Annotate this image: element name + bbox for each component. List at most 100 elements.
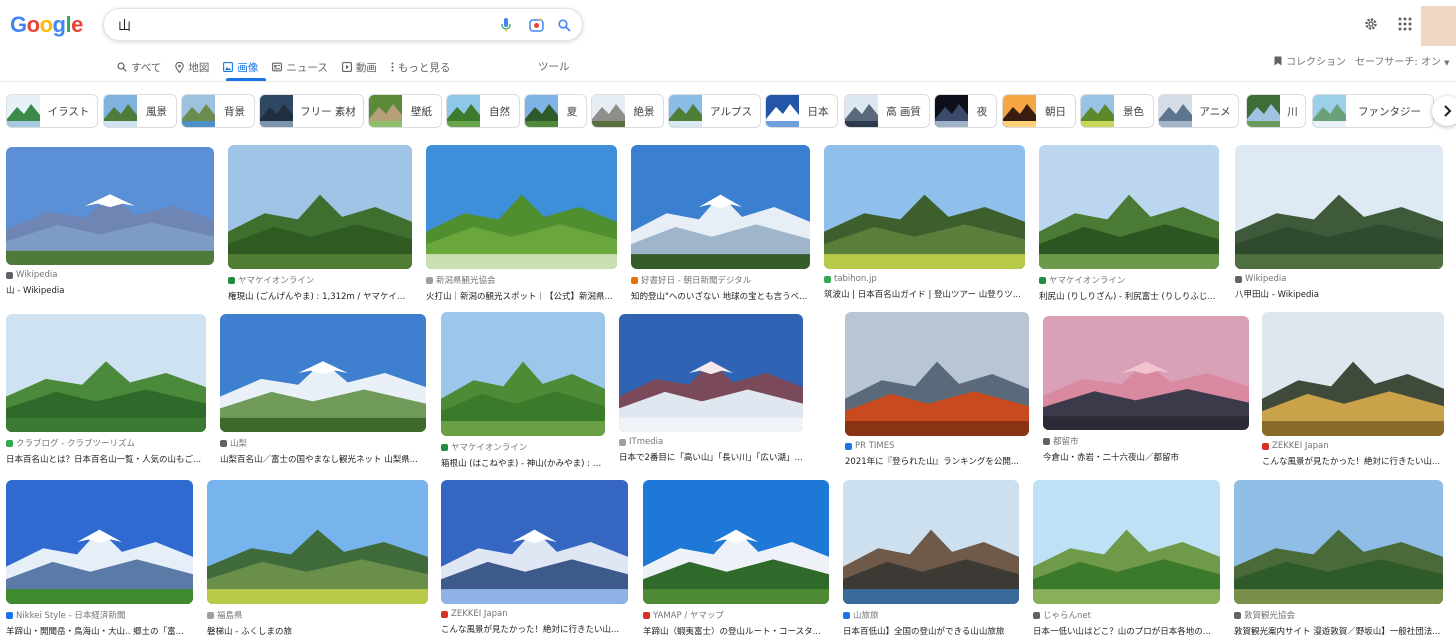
result-thumbnail[interactable] bbox=[845, 312, 1029, 436]
result-source[interactable]: 都留市 bbox=[1043, 435, 1249, 447]
result-title[interactable]: 羊蹄山（蝦夷富士）の登山ルート・コースタ... bbox=[643, 625, 829, 637]
result-title[interactable]: 山 - Wikipedia bbox=[6, 284, 214, 296]
settings-gear-icon[interactable] bbox=[1364, 16, 1378, 35]
result-source[interactable]: Wikipedia bbox=[1235, 274, 1443, 284]
chip-9[interactable]: アルプス bbox=[668, 94, 761, 128]
result-title[interactable]: 羊蹄山・開聞岳・鳥海山・大山.. 郷土の「富... bbox=[6, 625, 193, 637]
image-result[interactable]: 敦賀観光協会 敦賀観光案内サイト 漫遊敦賀／野坂山】一般社団法... bbox=[1234, 480, 1443, 637]
result-source[interactable]: ZEKKEI Japan bbox=[441, 609, 628, 619]
result-source[interactable]: 敦賀観光協会 bbox=[1234, 609, 1443, 621]
result-title[interactable]: 知的登山"へのいざない 地球の宝とも言うべ... bbox=[631, 290, 810, 302]
chip-10[interactable]: 日本 bbox=[765, 94, 838, 128]
tab-images[interactable]: 画像 bbox=[223, 59, 258, 75]
image-result[interactable]: Nikkei Style - 日本経済新聞 羊蹄山・開聞岳・鳥海山・大山.. 郷… bbox=[6, 480, 193, 637]
result-source[interactable]: ヤマケイオンライン bbox=[228, 274, 412, 286]
image-result[interactable]: 山旅旅 日本百低山】全国の登山ができる山山旅旅 bbox=[843, 480, 1019, 637]
search-box[interactable] bbox=[103, 8, 583, 41]
result-source[interactable]: 山梨 bbox=[220, 437, 426, 449]
result-thumbnail[interactable] bbox=[843, 480, 1019, 604]
result-title[interactable]: 2021年に『登られた山』ランキングを公開... bbox=[845, 455, 1029, 467]
google-logo[interactable]: Google bbox=[10, 12, 83, 38]
chip-1[interactable]: イラスト bbox=[6, 94, 98, 128]
result-source[interactable]: PR TIMES bbox=[845, 441, 1029, 451]
search-icon[interactable] bbox=[556, 17, 572, 33]
chip-6[interactable]: 自然 bbox=[446, 94, 520, 128]
result-title[interactable]: 今倉山・赤岩・二十六夜山／都留市 bbox=[1043, 451, 1249, 463]
result-thumbnail[interactable] bbox=[619, 314, 803, 432]
result-thumbnail[interactable] bbox=[643, 480, 829, 604]
result-source[interactable]: 新潟県観光協会 bbox=[426, 274, 617, 286]
chip-5[interactable]: 壁紙 bbox=[368, 94, 442, 128]
chip-4[interactable]: フリー 素材 bbox=[259, 94, 364, 128]
tab-maps[interactable]: 地図 bbox=[175, 59, 209, 75]
result-title[interactable]: 利尻山 (りしりざん) - 利尻富士 (りしりふじ... bbox=[1039, 290, 1219, 302]
image-result[interactable]: ヤマケイオンライン 箱根山 (はこねやま) - 神山(かみやま) : 1... bbox=[441, 312, 605, 469]
chip-15[interactable]: アニメ bbox=[1158, 94, 1239, 128]
result-thumbnail[interactable] bbox=[1033, 480, 1220, 604]
image-result[interactable]: tabihon.jp 筑波山 | 日本百名山ガイド | 登山ツアー 山登りツ..… bbox=[824, 145, 1025, 300]
image-result[interactable]: 山梨 山梨百名山／富士の国やまなし観光ネット 山梨県... bbox=[220, 314, 426, 465]
result-title[interactable]: 日本百名山とは？日本百名山一覧・人気の山もご... bbox=[6, 453, 206, 465]
apps-grid-icon[interactable] bbox=[1398, 16, 1412, 35]
result-source[interactable]: tabihon.jp bbox=[824, 274, 1025, 284]
chip-14[interactable]: 景色 bbox=[1080, 94, 1154, 128]
result-source[interactable]: ZEKKEI Japan bbox=[1262, 441, 1444, 451]
result-source[interactable]: Nikkei Style - 日本経済新聞 bbox=[6, 609, 193, 621]
result-title[interactable]: 日本百低山】全国の登山ができる山山旅旅 bbox=[843, 625, 1019, 637]
chips-next-button[interactable] bbox=[1432, 96, 1456, 126]
result-source[interactable]: YAMAP / ヤマップ bbox=[643, 609, 829, 621]
tab-all[interactable]: すべて bbox=[117, 59, 161, 75]
result-source[interactable]: じゃらんnet bbox=[1033, 609, 1220, 621]
chip-2[interactable]: 風景 bbox=[103, 94, 177, 128]
image-result[interactable]: 好書好日 - 朝日新聞デジタル 知的登山"へのいざない 地球の宝とも言うべ... bbox=[631, 145, 810, 302]
tab-news[interactable]: ニュース bbox=[272, 59, 328, 75]
result-thumbnail[interactable] bbox=[426, 145, 617, 269]
image-result[interactable]: じゃらんnet 日本一低い山はどこ？山のプロが日本各地の... bbox=[1033, 480, 1220, 637]
result-thumbnail[interactable] bbox=[220, 314, 426, 432]
image-result[interactable]: 福島県 磐梯山 - ふくしまの旅 bbox=[207, 480, 428, 637]
result-title[interactable]: 八甲田山 - Wikipedia bbox=[1235, 288, 1443, 300]
chip-11[interactable]: 高 画質 bbox=[844, 94, 930, 128]
result-thumbnail[interactable] bbox=[6, 480, 193, 604]
result-source[interactable]: ヤマケイオンライン bbox=[441, 441, 605, 453]
result-thumbnail[interactable] bbox=[6, 314, 206, 432]
tools-button[interactable]: ツール bbox=[538, 59, 570, 74]
result-source[interactable]: クラブログ - クラブツーリズム bbox=[6, 437, 206, 449]
result-thumbnail[interactable] bbox=[441, 312, 605, 436]
microphone-icon[interactable] bbox=[498, 17, 514, 33]
image-result[interactable]: ヤマケイオンライン 権現山 (ごんげんやま) : 1,312m / ヤマケイオ.… bbox=[228, 145, 412, 302]
tab-more[interactable]: もっと見る bbox=[391, 59, 450, 75]
result-thumbnail[interactable] bbox=[1235, 145, 1443, 269]
image-result[interactable]: ZEKKEI Japan こんな風景が見たかった！絶対に行きたい山... bbox=[1262, 312, 1444, 467]
image-result[interactable]: 新潟県観光協会 火打山｜新潟の観光スポット｜【公式】新潟県... bbox=[426, 145, 617, 302]
result-thumbnail[interactable] bbox=[6, 147, 214, 265]
result-title[interactable]: こんな風景が見たかった！絶対に行きたい山... bbox=[441, 623, 628, 635]
result-title[interactable]: 日本一低い山はどこ？山のプロが日本各地の... bbox=[1033, 625, 1220, 637]
result-title[interactable]: 磐梯山 - ふくしまの旅 bbox=[207, 625, 428, 637]
image-result[interactable]: YAMAP / ヤマップ 羊蹄山（蝦夷富士）の登山ルート・コースタ... bbox=[643, 480, 829, 637]
result-thumbnail[interactable] bbox=[1039, 145, 1219, 269]
result-thumbnail[interactable] bbox=[824, 145, 1025, 269]
result-thumbnail[interactable] bbox=[1262, 312, 1444, 436]
chip-17[interactable]: ファンタジー bbox=[1312, 94, 1434, 128]
result-title[interactable]: 山梨百名山／富士の国やまなし観光ネット 山梨県... bbox=[220, 453, 426, 465]
result-source[interactable]: 山旅旅 bbox=[843, 609, 1019, 621]
collections-link[interactable]: コレクション bbox=[1274, 53, 1346, 68]
result-thumbnail[interactable] bbox=[1043, 316, 1249, 430]
lens-camera-icon[interactable] bbox=[528, 17, 544, 33]
image-result[interactable]: ITmedia 日本で2番目に「高い山」「長い川」「広い湖」は？... bbox=[619, 314, 803, 463]
avatar[interactable] bbox=[1421, 6, 1456, 46]
result-thumbnail[interactable] bbox=[631, 145, 810, 269]
result-title[interactable]: 日本で2番目に「高い山」「長い川」「広い湖」は？... bbox=[619, 451, 803, 463]
result-thumbnail[interactable] bbox=[207, 480, 428, 604]
image-result[interactable]: 都留市 今倉山・赤岩・二十六夜山／都留市 bbox=[1043, 316, 1249, 463]
chip-8[interactable]: 絶景 bbox=[591, 94, 664, 128]
chip-12[interactable]: 夜 bbox=[934, 94, 997, 128]
chip-16[interactable]: 川 bbox=[1246, 94, 1306, 128]
result-source[interactable]: ITmedia bbox=[619, 437, 803, 447]
result-source[interactable]: 福島県 bbox=[207, 609, 428, 621]
result-title[interactable]: 火打山｜新潟の観光スポット｜【公式】新潟県... bbox=[426, 290, 617, 302]
chip-3[interactable]: 背景 bbox=[181, 94, 255, 128]
result-source[interactable]: 好書好日 - 朝日新聞デジタル bbox=[631, 274, 810, 286]
result-thumbnail[interactable] bbox=[441, 480, 628, 604]
